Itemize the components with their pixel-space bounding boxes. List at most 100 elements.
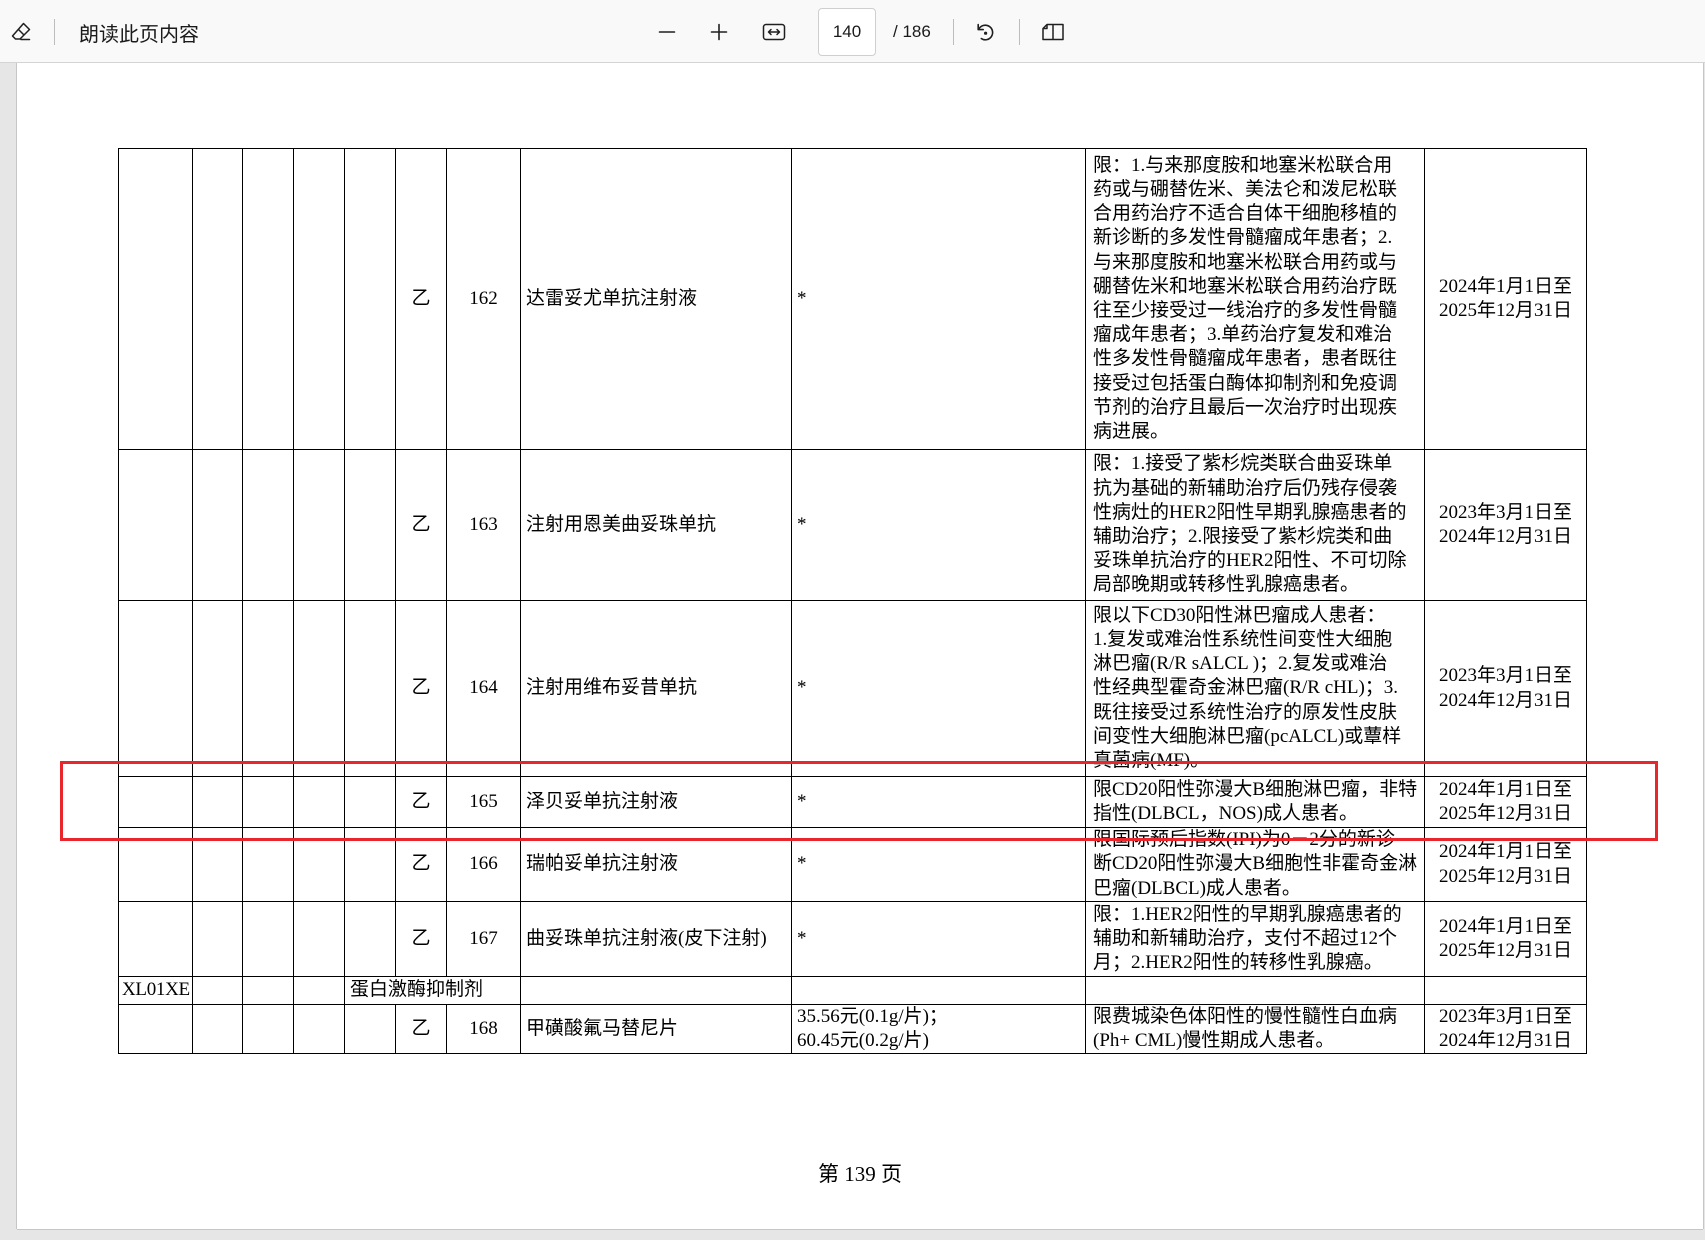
- number-cell: 166: [446, 827, 521, 902]
- price-cell: *: [791, 901, 1086, 977]
- remark-line: 限：1.HER2阳性的早期乳腺癌患者的: [1093, 903, 1402, 925]
- number-cell: 164: [446, 600, 521, 777]
- empty-cell: [192, 449, 243, 601]
- fit-to-page-icon: [762, 22, 786, 42]
- empty-cell: [192, 976, 243, 1005]
- period-line: 2025年12月31日: [1438, 940, 1572, 961]
- page-view-button[interactable]: [1037, 11, 1069, 53]
- rotate-button[interactable]: [969, 11, 1001, 53]
- drug-number: 164: [469, 677, 498, 699]
- plus-icon: [710, 23, 728, 41]
- pdf-page: 乙 162 达雷妥尤单抗注射液 * 限：1.与来那度胺和地塞米松联合用 药或与硼替佐米、美…: [17, 63, 1703, 1229]
- period-line: 2025年12月31日: [1438, 803, 1572, 824]
- empty-cell: [1085, 976, 1425, 1005]
- erase-button[interactable]: [4, 11, 38, 53]
- remark-line: 限以下CD30阳性淋巴瘤成人患者：: [1093, 604, 1386, 626]
- remark-line: 性多发性骨髓瘤成年患者，患者既往: [1093, 348, 1398, 370]
- empty-cell: [344, 148, 396, 450]
- period-cell: 2024年1月1日至 2025年12月31日: [1424, 901, 1587, 977]
- remark-line: 往至少接受过一线治疗的多发性骨髓: [1093, 300, 1398, 321]
- table-row: 乙 163 注射用恩美曲妥珠单抗 * 限：1.接受了紫杉烷类联合曲妥珠单 抗为基础的新辅助…: [118, 449, 1587, 601]
- period-line: 2024年1月1日至: [1438, 778, 1572, 800]
- rotate-icon: [973, 20, 997, 44]
- empty-cell: [192, 827, 243, 902]
- price-line: *: [797, 513, 807, 535]
- empty-cell: [293, 1003, 345, 1055]
- drug-category: 乙: [411, 1018, 431, 1040]
- table-row-drug-class: XL01XE 蛋白激酶抑制剂: [118, 976, 1587, 1005]
- empty-cell: [293, 901, 345, 977]
- table-row: 乙 162 达雷妥尤单抗注射液 * 限：1.与来那度胺和地塞米松联合用 药或与硼替佐米、美…: [118, 148, 1587, 450]
- class-code-cell: XL01XE: [118, 976, 193, 1005]
- drug-table: 乙 162 达雷妥尤单抗注射液 * 限：1.与来那度胺和地塞米松联合用 药或与硼替佐米、美…: [118, 148, 1587, 1055]
- empty-cell: [118, 600, 193, 777]
- name-cell: 甲磺酸氟马替尼片: [520, 1003, 792, 1055]
- drug-number: 167: [469, 927, 498, 949]
- table-row: 乙 164 注射用维布妥昔单抗 * 限以下CD30阳性淋巴瘤成人患者： 1.复发或难治性系…: [118, 600, 1587, 777]
- table-row: 乙 166 瑞帕妥单抗注射液 * 限国际预后指数(IPI)为0－2分的新诊 断CD20阳性…: [118, 827, 1587, 902]
- price-cell: *: [791, 600, 1086, 777]
- remark-line: 性经典型霍奇金淋巴瘤(R/R cHL)；3.: [1093, 677, 1399, 699]
- empty-cell: [344, 1003, 396, 1055]
- empty-cell: [242, 449, 294, 601]
- remark-line: 接受过包括蛋白酶体抑制剂和免疫调: [1093, 372, 1398, 394]
- category-cell: 乙: [395, 600, 447, 777]
- remark-line: 药或与硼替佐米、美法仑和泼尼松联: [1093, 178, 1398, 200]
- pdf-toolbar: 朗读此页内容 / 186: [0, 0, 1705, 63]
- remark-line: 真菌病(MF)。: [1093, 750, 1210, 771]
- empty-cell: [293, 827, 345, 902]
- zoom-out-button[interactable]: [651, 11, 683, 53]
- name-cell: 达雷妥尤单抗注射液: [520, 148, 792, 450]
- empty-cell: [293, 600, 345, 777]
- remark-line: 抗为基础的新辅助治疗后仍残存侵袭: [1093, 477, 1398, 499]
- empty-cell: [118, 449, 193, 601]
- drug-category: 乙: [411, 790, 431, 812]
- drug-number: 166: [469, 853, 498, 875]
- price-line: *: [797, 790, 807, 812]
- empty-cell: [192, 148, 243, 450]
- number-cell: 168: [446, 1003, 521, 1055]
- fit-page-button[interactable]: [756, 11, 792, 53]
- remark-line: 瘤成年患者；3.单药治疗复发和难治: [1093, 324, 1393, 346]
- minus-icon: [658, 23, 676, 41]
- drug-name: 泽贝妥单抗注射液: [526, 790, 679, 812]
- empty-cell: [192, 776, 243, 828]
- toolbar-divider: [1019, 19, 1020, 45]
- price-cell: *: [791, 776, 1086, 828]
- empty-cell: [118, 827, 193, 902]
- empty-cell: [344, 901, 396, 977]
- empty-cell: [242, 1003, 294, 1055]
- page-number-input[interactable]: [818, 8, 876, 56]
- period-line: 2025年12月31日: [1438, 865, 1572, 887]
- period-line: 2024年12月31日: [1438, 526, 1572, 547]
- empty-cell: [242, 148, 294, 450]
- price-cell: 35.56元(0.1g/片)； 60.45元(0.2g/片): [791, 1003, 1086, 1055]
- remark-line: 辅助治疗；2.限接受了紫杉烷类和曲: [1093, 526, 1393, 547]
- empty-cell: [293, 776, 345, 828]
- remark-line: 合用药治疗不适合自体干细胞移植的: [1093, 203, 1398, 225]
- empty-cell: [344, 776, 396, 828]
- remark-line: 断CD20阳性弥漫大B细胞性非霍奇金淋: [1093, 853, 1418, 875]
- period-line: 2023年3月1日至: [1438, 1006, 1572, 1027]
- table-row: 乙 168 甲磺酸氟马替尼片 35.56元(0.1g/片)； 60.45元(0.2g/片…: [118, 1003, 1587, 1055]
- empty-cell: [118, 1003, 193, 1055]
- read-aloud-button[interactable]: 朗读此页内容: [74, 11, 204, 53]
- name-cell: 瑞帕妥单抗注射液: [520, 827, 792, 902]
- empty-cell: [118, 776, 193, 828]
- empty-cell: [293, 976, 345, 1005]
- empty-cell: [242, 827, 294, 902]
- class-name-cell: 蛋白激酶抑制剂: [344, 976, 521, 1005]
- price-line: 60.45元(0.2g/片): [797, 1030, 929, 1052]
- drug-name: 甲磺酸氟马替尼片: [526, 1018, 679, 1040]
- class-code: XL01XE: [122, 979, 190, 1001]
- zoom-in-button[interactable]: [703, 11, 735, 53]
- toolbar-divider: [54, 19, 55, 45]
- drug-name: 瑞帕妥单抗注射液: [526, 853, 679, 875]
- remarks-cell: 限CD20阳性弥漫大B细胞淋巴瘤，非特 指性(DLBCL，NOS)成人患者。: [1085, 776, 1425, 828]
- remark-line: 限费城染色体阳性的慢性髓性白血病: [1093, 1006, 1398, 1027]
- empty-cell: [192, 600, 243, 777]
- drug-name: 注射用维布妥昔单抗: [526, 677, 698, 699]
- remark-line: 限CD20阳性弥漫大B细胞淋巴瘤，非特: [1093, 778, 1418, 800]
- empty-cell: [192, 1003, 243, 1055]
- remarks-cell: 限以下CD30阳性淋巴瘤成人患者： 1.复发或难治性系统性间变性大细胞 淋巴瘤(R/…: [1085, 600, 1425, 777]
